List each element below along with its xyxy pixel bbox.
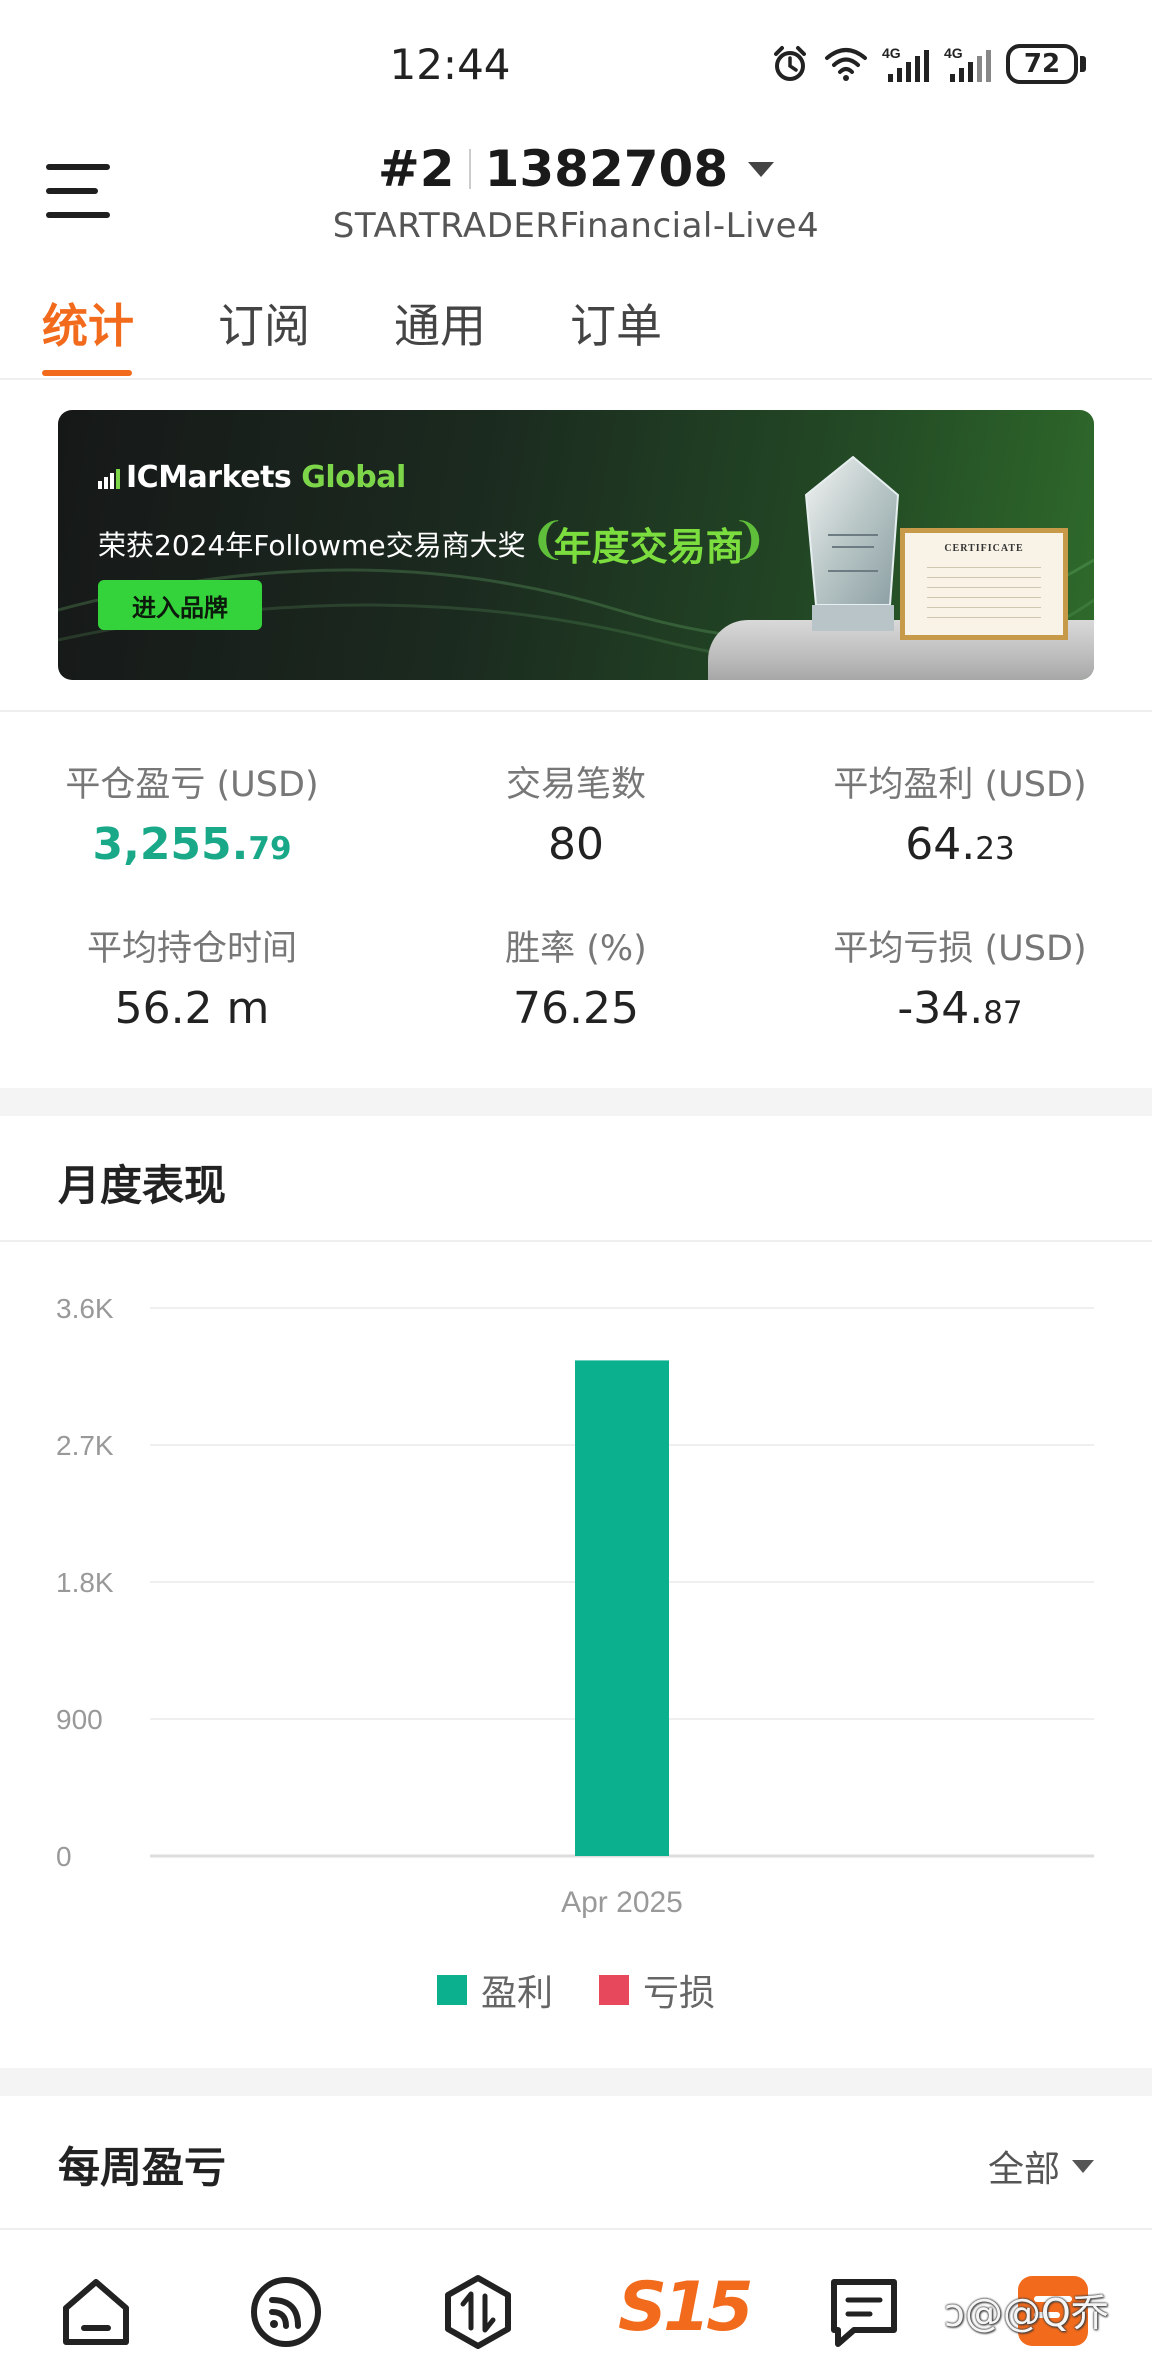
y-tick-label: 0 [56,1841,72,1872]
bar-profit[interactable] [575,1360,669,1856]
trophy-icon [804,455,900,631]
legend-label-loss: 亏损 [643,1973,716,2014]
active-tab-indicator [42,370,132,376]
weekly-filter-dropdown[interactable]: 全部 [988,2140,1094,2192]
stat-label: 交易笔数 [505,765,646,805]
account-switcher[interactable]: #2 1382708 [377,140,775,198]
chevron-down-icon [748,161,775,177]
chart-legend: 盈利 亏损 [0,1964,1152,2016]
stats-grid: 平仓盈亏 (USD) 3,255.79 交易笔数 80 平均盈利 (USD) 6… [0,714,1152,1088]
stat-value: -34.87 [897,983,1023,1034]
y-tick-label: 1.8K [56,1567,114,1598]
tab-subscribe[interactable]: 订阅 [218,290,310,356]
stat-value: 56.2 m [114,983,270,1034]
logo-ic: IC [126,460,159,495]
status-icons: 4G 4G 72 [770,44,1086,84]
account-id: 1382708 [484,140,729,198]
wifi-icon [825,48,867,81]
network-label-1: 4G [882,45,901,61]
signal-icon-1: 4G [882,45,929,82]
stat-value: 80 [548,819,604,870]
stat-label: 平均亏损 (USD) [833,929,1087,969]
section-divider [0,2068,1152,2096]
legend-label-profit: 盈利 [480,1973,553,2014]
stat-label: 平均持仓时间 [86,929,297,969]
icmarkets-logo: ICMarkets Global [98,460,406,495]
monthly-bar-chart: 0 900 1.8K 2.7K 3.6K Apr 2025 [56,1293,1094,1919]
bars-logo-icon [98,468,120,489]
stat-value: 76.25 [513,983,639,1034]
stat-label: 平仓盈亏 (USD) [65,765,319,805]
account-header: #2 1382708 STARTRADERFinancial-Live4 [0,140,1152,246]
banner-cta-button[interactable]: 进入品牌 [98,580,262,630]
legend-item-loss[interactable]: 亏损 [599,1964,715,2016]
legend-swatch-profit [436,1975,467,2005]
y-tick-label: 3.6K [56,1293,114,1324]
watermark: ↄ@@Q乔 [944,2291,1109,2335]
stat-avg-loss: 平均亏损 (USD) -34.87 [768,920,1152,1034]
weekly-filter-label: 全部 [987,2149,1060,2190]
legend-swatch-loss [599,1975,629,2005]
network-label-2: 4G [944,45,963,61]
alarm-icon [774,46,806,81]
certificate-title: CERTIFICATE [944,543,1024,554]
certificate-image: CERTIFICATE [900,528,1068,640]
tab-stats[interactable]: 统计 [42,290,134,356]
battery-level: 72 [1006,44,1078,84]
stat-value: 64.23 [905,819,1015,870]
y-tick-label: 900 [56,1704,103,1735]
tab-general[interactable]: 通用 [394,290,486,356]
monthly-title: 月度表现 [58,1161,227,1210]
trade-icon[interactable] [438,2272,518,2352]
legend-item-profit[interactable]: 盈利 [436,1964,553,2016]
banner-section: ICMarkets Global 荣获2024年Followme交易商大奖 年度… [0,382,1152,712]
stat-label: 平均盈利 (USD) [833,765,1087,805]
stat-trade-count: 交易笔数 80 [384,756,768,870]
chevron-down-icon [1072,2159,1094,2173]
promo-banner[interactable]: ICMarkets Global 荣获2024年Followme交易商大奖 年度… [58,410,1094,680]
home-icon[interactable] [56,2272,136,2352]
s15-nav-button[interactable]: S15 [618,2268,754,2347]
account-separator [468,149,471,189]
stat-avg-hold-time: 平均持仓时间 56.2 m [0,920,384,1034]
stat-avg-profit: 平均盈利 (USD) 64.23 [768,756,1152,870]
status-time: 12:44 [389,40,511,89]
weekly-title: 每周盈亏 [58,2143,227,2192]
section-divider [0,1088,1152,1116]
banner-award-text: 年度交易商 [530,514,768,571]
chat-icon[interactable] [824,2272,904,2352]
signal-icon-2: 4G [944,45,991,82]
tab-bar: 统计 订阅 通用 订单 [0,280,1152,380]
status-bar: 12:44 4G 4G 72 [0,0,1152,136]
battery-indicator: 72 [1006,44,1086,84]
stat-label: 胜率 (%) [505,929,647,969]
stat-value: 3,255.79 [92,819,292,870]
stat-win-rate: 胜率 (%) 76.25 [384,920,768,1034]
logo-global: Global [301,460,406,495]
y-tick-label: 2.7K [56,1430,114,1461]
banner-headline: 荣获2024年Followme交易商大奖 年度交易商 [98,514,768,571]
x-tick-label: Apr 2025 [561,1886,683,1919]
account-rank: #2 [377,140,455,198]
logo-markets: Markets [158,460,292,495]
tab-orders[interactable]: 订单 [570,290,662,356]
feed-icon[interactable] [246,2272,326,2352]
account-server: STARTRADERFinancial-Live4 [332,206,820,246]
banner-headline-text: 荣获2024年Followme交易商大奖 [98,528,526,562]
stat-closed-pnl: 平仓盈亏 (USD) 3,255.79 [0,756,384,870]
